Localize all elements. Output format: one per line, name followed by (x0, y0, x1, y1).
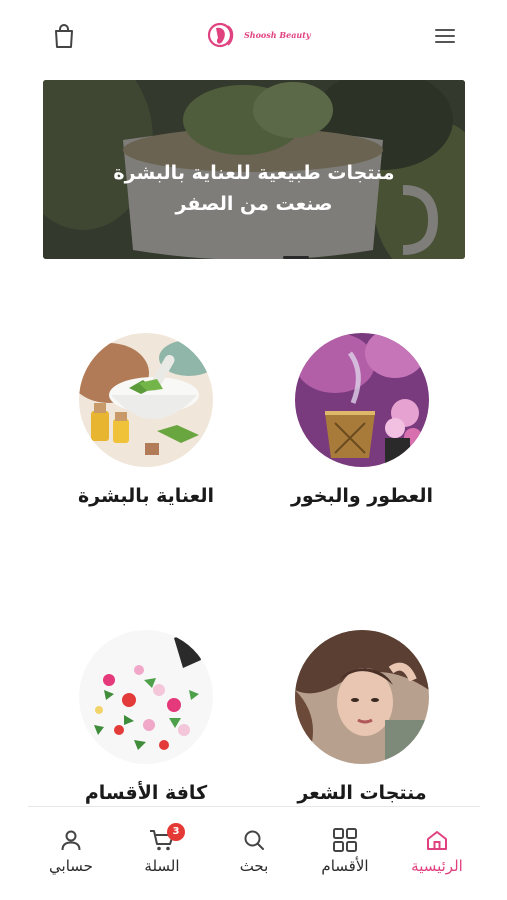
category-skincare[interactable]: العناية بالبشرة (51, 333, 241, 507)
nav-categories[interactable]: الأقسام (300, 825, 390, 875)
nav-account-label: حسابي (49, 857, 93, 875)
hero-banner[interactable]: منتجات طبيعية للعناية بالبشرة صنعت من ال… (43, 80, 465, 259)
nav-account[interactable]: حسابي (26, 825, 116, 875)
category-label: العطور والبخور (290, 485, 434, 507)
incense-image (295, 333, 429, 467)
nav-home-label: الرئيسية (411, 857, 463, 875)
flowers-image (79, 630, 213, 764)
hair-image (295, 630, 429, 764)
cart-icon: 3 (117, 823, 207, 855)
user-icon (26, 825, 116, 855)
carousel-indicator[interactable] (283, 256, 309, 259)
hero-line-2: صنعت من الصفر (175, 193, 333, 215)
skincare-image (79, 333, 213, 467)
cart-count-badge: 3 (167, 823, 185, 841)
home-icon (392, 825, 482, 855)
hero-headline: منتجات طبيعية للعناية بالبشرة صنعت من ال… (43, 158, 465, 220)
brand-logo[interactable]: Shoosh Beauty (206, 20, 311, 50)
search-icon (209, 825, 299, 855)
nav-search-label: بحث (239, 857, 269, 875)
category-label: العناية بالبشرة (77, 485, 215, 507)
category-hair-products[interactable]: منتجات الشعر (267, 630, 457, 804)
logo-mark-icon (207, 22, 234, 48)
nav-cart-label: السلة (144, 857, 180, 875)
nav-cart[interactable]: 3 السلة (117, 823, 207, 875)
nav-categories-label: الأقسام (321, 857, 369, 875)
logo-text: Shoosh Beauty (244, 30, 311, 40)
nav-search[interactable]: بحث (209, 825, 299, 875)
bottom-nav: الرئيسية الأقسام بحث 3 السلة حسابي (0, 807, 507, 900)
app-header: Shoosh Beauty (0, 0, 507, 72)
category-label: منتجات الشعر (297, 782, 427, 804)
nav-home[interactable]: الرئيسية (392, 825, 482, 875)
category-perfumes-incense[interactable]: العطور والبخور (267, 333, 457, 507)
category-label: كافة الأقسام (84, 782, 208, 804)
category-all[interactable]: كافة الأقسام (51, 630, 241, 804)
grid-icon (300, 825, 390, 855)
shopping-bag-icon[interactable] (50, 22, 78, 50)
hero-line-1: منتجات طبيعية للعناية بالبشرة (113, 162, 395, 184)
hamburger-menu-icon[interactable] (433, 26, 457, 46)
